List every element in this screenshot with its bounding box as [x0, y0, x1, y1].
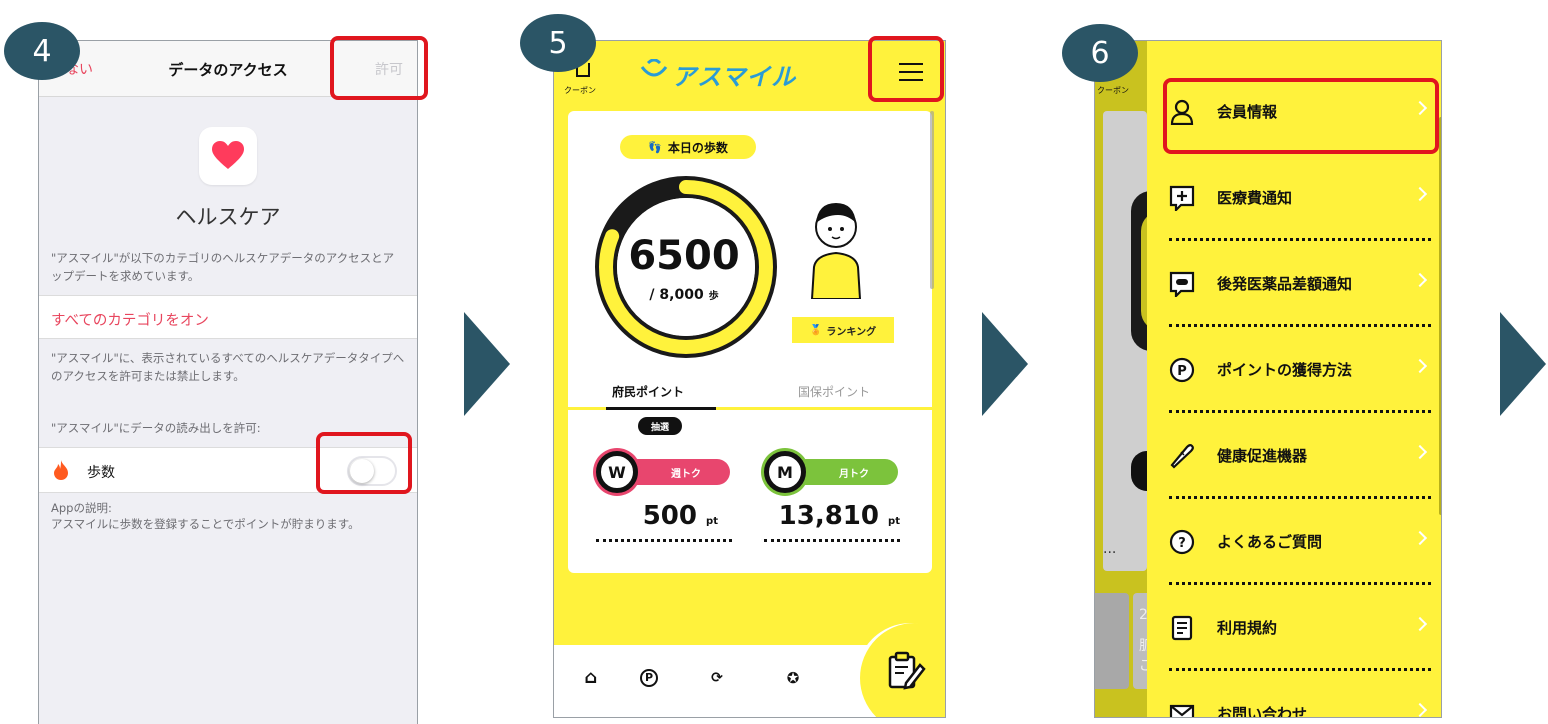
menu-item-health-devices[interactable]: 健康促進機器 [1147, 413, 1441, 499]
svg-text:?: ? [1178, 536, 1186, 551]
step-count: 6500 [628, 233, 740, 279]
coupon-label: クーポン [1097, 86, 1129, 95]
step-badge-5: 5 [520, 14, 596, 72]
all-categories-row[interactable]: すべてのカテゴリをオン [39, 295, 417, 339]
app-logo: アスマイル [640, 57, 796, 92]
footprint-icon: 👣 [648, 140, 662, 154]
next-arrow-2 [982, 312, 1028, 416]
ranking-icon: 🏅 [809, 324, 823, 336]
home-screen: クーポン アスマイル 👣 本日の歩数 6500 / 8,000 歩 🏅 ランキング [553, 40, 946, 718]
background-tile [1095, 593, 1129, 689]
point-icon: P [1169, 357, 1195, 383]
all-categories-on-link[interactable]: すべてのカテゴリをオン [51, 309, 209, 330]
coupon-label: クーポン [564, 86, 596, 95]
ranking-icon[interactable]: ✪ [782, 667, 804, 689]
menu-item-label: 利用規約 [1217, 619, 1278, 637]
chevron-right-icon [1412, 616, 1428, 632]
health-access-screen: しない データのアクセス 許可 ヘルスケア "アスマイル"が以下のカテゴリのヘル… [38, 40, 418, 724]
edit-note-icon [888, 651, 926, 690]
menu-item-terms[interactable]: 利用規約 [1147, 585, 1441, 671]
home-icon[interactable]: ⌂ [580, 667, 602, 689]
steps-label: 歩数 [87, 465, 115, 481]
background-text: ... [1103, 541, 1117, 557]
avatar [810, 203, 862, 299]
thermometer-icon [1170, 444, 1194, 469]
menu-item-label: お問い合わせ [1217, 705, 1308, 718]
menu-item-label: 健康促進機器 [1217, 447, 1308, 465]
menu-item-label: ポイントの獲得方法 [1217, 361, 1353, 379]
app-name: ヘルスケア [175, 205, 281, 229]
question-icon: ? [1169, 529, 1195, 555]
mail-icon [1169, 704, 1195, 717]
flame-icon [53, 460, 69, 484]
chevron-right-icon [1412, 272, 1428, 288]
step-badge-4: 4 [4, 22, 80, 80]
menu-item-label: 医療費通知 [1217, 189, 1293, 207]
step-goal: / 8,000 歩 [649, 287, 719, 303]
chevron-right-icon [1412, 186, 1428, 202]
point-exchange-icon[interactable]: ⟳ [706, 667, 728, 689]
steps-card: 👣 本日の歩数 6500 / 8,000 歩 🏅 ランキング 府民ポイント 国保ポ… [568, 111, 932, 573]
chevron-right-icon [1412, 702, 1428, 717]
next-arrow-3 [1500, 312, 1546, 416]
tab-fumin-points[interactable]: 府民ポイント [612, 383, 684, 400]
ranking-button[interactable]: 🏅 ランキング [792, 317, 894, 343]
monthly-icon: M [764, 451, 806, 493]
app-description: アスマイルに歩数を登録することでポイントが貯まります。 [51, 517, 360, 531]
smile-logo-icon [640, 59, 668, 77]
highlight-menu [868, 36, 944, 102]
divider-dots [596, 539, 732, 542]
health-app-icon [199, 127, 257, 185]
generic-drug-icon [1169, 271, 1195, 297]
chevron-right-icon [1412, 358, 1428, 374]
weekly-points: 500 pt [642, 501, 718, 531]
next-arrow-1 [464, 312, 510, 416]
monthly-points: 13,810 pt [778, 501, 900, 531]
menu-item-label: よくあるご質問 [1217, 533, 1323, 551]
request-description: "アスマイル"が以下のカテゴリのヘルスケアデータのアクセスとアップデートを求めて… [51, 251, 395, 283]
menu-item-faq[interactable]: ? よくあるご質問 [1147, 499, 1441, 585]
menu-item-generic-drug[interactable]: 後発医薬品差額通知 [1147, 241, 1441, 327]
menu-item-medical-notice[interactable]: 医療費通知 [1147, 155, 1441, 241]
tab-kokuho-points[interactable]: 国保ポイント [798, 383, 870, 400]
menu-item-label: 後発医薬品差額通知 [1217, 275, 1353, 293]
chevron-right-icon [1412, 444, 1428, 460]
medical-notice-icon [1169, 185, 1195, 211]
today-steps-pill: 👣 本日の歩数 [620, 135, 756, 159]
document-icon [1171, 615, 1193, 641]
svg-text:P: P [1177, 364, 1187, 379]
menu-item-point-guide[interactable]: P ポイントの獲得方法 [1147, 327, 1441, 413]
highlight-allow [330, 36, 428, 100]
points-tabs: 府民ポイント 国保ポイント [568, 373, 932, 409]
chevron-right-icon [1412, 530, 1428, 546]
active-tab-indicator [606, 407, 716, 410]
lottery-badge: 抽選 [638, 417, 682, 435]
menu-item-contact[interactable]: お問い合わせ [1147, 671, 1441, 718]
permission-note: "アスマイル"に、表示されているすべてのヘルスケアデータタイプへのアクセスを許可… [51, 351, 405, 383]
divider-dots [764, 539, 900, 542]
scrollbar[interactable] [930, 111, 934, 289]
highlight-member-info [1163, 78, 1439, 154]
weekly-icon: W [596, 451, 638, 493]
highlight-toggle [316, 432, 412, 494]
point-icon[interactable]: P [640, 669, 658, 687]
step-badge-6: 6 [1062, 24, 1138, 82]
